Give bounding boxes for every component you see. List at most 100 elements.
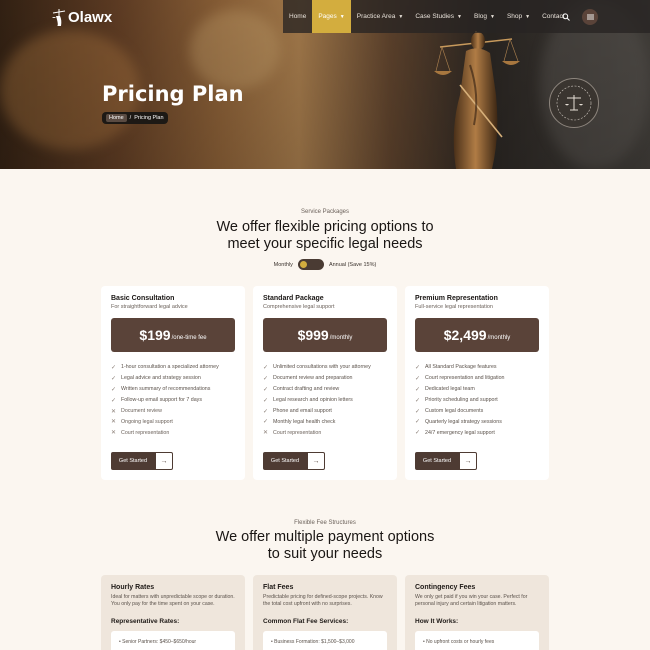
page-title: Pricing Plan — [102, 82, 244, 106]
nav-label: Case Studies — [415, 13, 455, 20]
feature-text: Phone and email support — [273, 408, 332, 414]
check-icon: ✓ — [415, 419, 421, 426]
billing-toggle: Monthly Annual (Save 15%) — [0, 259, 650, 270]
x-icon: ✕ — [111, 430, 117, 437]
scales-icon — [556, 85, 592, 121]
feature-item: ✓ Quarterly legal strategy sessions — [415, 416, 539, 427]
check-icon: ✓ — [111, 397, 117, 404]
nav-label: Pages — [318, 13, 337, 20]
plan-period: /monthly — [329, 334, 353, 341]
check-icon: ✓ — [263, 419, 269, 426]
check-icon: ✓ — [263, 408, 269, 415]
get-started-button[interactable]: Get Started → — [263, 452, 325, 470]
fee-detail-item: No upfront costs or hourly fees — [426, 639, 495, 646]
toggle-label-annual[interactable]: Annual (Save 15%) — [329, 262, 376, 268]
fee-subheading: Representative Rates: — [111, 618, 180, 626]
check-icon: ✓ — [415, 364, 421, 371]
feature-text: Court representation — [121, 429, 170, 436]
feature-text: Priority scheduling and support — [425, 397, 498, 404]
feature-item: ✓ Custom legal documents — [415, 406, 539, 417]
breadcrumb-home-link[interactable]: Home — [106, 114, 127, 122]
check-icon: ✓ — [263, 397, 269, 404]
check-icon: ✓ — [111, 386, 117, 393]
get-started-button[interactable]: Get Started → — [415, 452, 477, 470]
pricing-heading-line-2: meet your specific legal needs — [227, 236, 423, 252]
check-icon: ✓ — [263, 375, 269, 382]
fee-name: Contingency Fees — [415, 584, 476, 591]
nav-item-home[interactable]: Home — [283, 0, 312, 33]
search-icon[interactable] — [558, 9, 574, 25]
fee-details-box: • Senior Partners: $450–$650/hour — [111, 631, 235, 650]
fee-detail-item: Business Formation: $1,500–$3,000 — [274, 639, 355, 646]
feature-item: ✓ Priority scheduling and support — [415, 395, 539, 406]
get-started-label[interactable]: Get Started — [111, 452, 155, 470]
chevron-down-icon: ▼ — [457, 13, 462, 20]
feature-item: ✓ 1-hour consultation a specialized atto… — [111, 362, 235, 373]
nav-item-pages[interactable]: Pages ▼ — [312, 0, 351, 33]
justice-logo-icon — [52, 9, 66, 26]
feature-text: All Standard Package features — [425, 364, 497, 371]
feature-item: ✕ Court representation — [263, 427, 387, 438]
breadcrumb: Home / Pricing Plan — [102, 112, 168, 124]
feature-item: ✕ Court representation — [111, 427, 235, 438]
feature-item: ✓ 24/7 emergency legal support — [415, 427, 539, 438]
nav-item-blog[interactable]: Blog ▼ — [468, 0, 501, 33]
menu-icon[interactable] — [582, 9, 598, 25]
feature-item: ✓ Monthly legal health check — [263, 416, 387, 427]
award-seal-badge — [549, 78, 599, 128]
arrow-right-icon[interactable]: → — [307, 452, 325, 470]
feature-item: ✓ Legal advice and strategy session — [111, 373, 235, 384]
nav-item-case-studies[interactable]: Case Studies ▼ — [409, 0, 468, 33]
feature-list: ✓ All Standard Package features ✓ Court … — [415, 362, 539, 438]
feature-text: Document review — [121, 408, 162, 414]
feature-list: ✓ Unlimited consultations with your atto… — [263, 362, 387, 438]
pricing-eyebrow: Service Packages — [300, 209, 350, 215]
brand-logo[interactable]: Olawx — [52, 8, 112, 26]
arrow-right-icon[interactable]: → — [459, 452, 477, 470]
feature-list: ✓ 1-hour consultation a specialized atto… — [111, 362, 235, 438]
check-icon: ✓ — [415, 408, 421, 415]
get-started-label[interactable]: Get Started — [415, 452, 459, 470]
billing-switch[interactable] — [297, 259, 324, 270]
nav-item-shop[interactable]: Shop ▼ — [501, 0, 536, 33]
feature-item: ✓ Court representation and litigation — [415, 373, 539, 384]
pricing-card: Standard Package Comprehensive legal sup… — [253, 286, 397, 480]
nav-label: Home — [289, 13, 307, 20]
feature-item: ✓ Contract drafting and review — [263, 384, 387, 395]
x-icon: ✕ — [111, 419, 117, 426]
toggle-label-monthly[interactable]: Monthly — [274, 262, 293, 268]
fee-subheading: Common Flat Fee Services: — [263, 618, 349, 626]
pricing-card: Premium Representation Full-service lega… — [405, 286, 549, 480]
lady-justice-statue-image — [434, 31, 520, 169]
feature-text: 24/7 emergency legal support — [425, 429, 495, 436]
arrow-right-icon[interactable]: → — [155, 452, 173, 470]
feature-item: ✓ Legal research and opinion letters — [263, 395, 387, 406]
fee-structure-card: Hourly Rates Ideal for matters with unpr… — [101, 575, 245, 650]
get-started-label[interactable]: Get Started — [263, 452, 307, 470]
brand-name: Olawx — [68, 9, 113, 26]
feature-text: Monthly legal health check — [273, 418, 336, 425]
fee-details-box: • Business Formation: $1,500–$3,000 — [263, 631, 387, 650]
plan-subtitle: For straightforward legal advice — [111, 304, 188, 310]
check-icon: ✓ — [415, 430, 421, 437]
fee-structure-card: Flat Fees Predictable pricing for define… — [253, 575, 397, 650]
get-started-button[interactable]: Get Started → — [111, 452, 173, 470]
feature-text: Legal research and opinion letters — [273, 397, 353, 404]
fees-heading-line-1: We offer multiple payment options — [215, 529, 435, 545]
chevron-down-icon: ▼ — [339, 13, 345, 20]
chevron-down-icon: ▼ — [525, 13, 531, 20]
feature-text: Dedicated legal team — [425, 386, 475, 393]
feature-text: Legal advice and strategy session — [121, 375, 201, 382]
feature-text: Unlimited consultations with your attorn… — [273, 364, 371, 371]
feature-text: Follow-up email support for 7 days — [121, 397, 202, 404]
feature-item: ✓ Follow-up email support for 7 days — [111, 395, 235, 406]
feature-text: Court representation and litigation — [425, 375, 505, 382]
price-box: $2,499 /monthly — [415, 318, 539, 352]
feature-item: ✓ Unlimited consultations with your atto… — [263, 362, 387, 373]
nav-item-practice-area[interactable]: Practice Area ▼ — [351, 0, 410, 33]
fees-heading-line-2: to suit your needs — [267, 546, 383, 562]
nav-label: Blog — [473, 13, 487, 20]
x-icon: ✕ — [111, 408, 117, 415]
feature-text: Custom legal documents — [425, 408, 484, 414]
check-icon: ✓ — [415, 397, 421, 404]
